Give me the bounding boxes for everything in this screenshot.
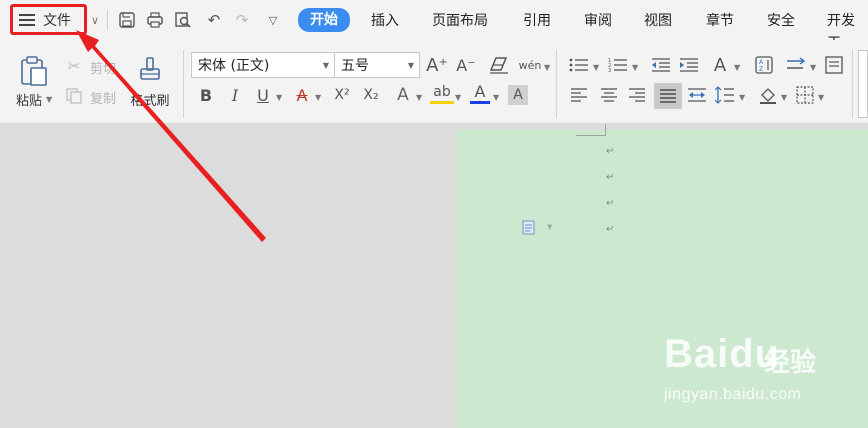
tab-security[interactable]: 安全: [767, 10, 795, 32]
text-effect-dropdown-icon[interactable]: ▼: [416, 93, 422, 102]
italic-button[interactable]: I: [225, 84, 245, 106]
svg-text:A: A: [759, 59, 764, 66]
underline-dropdown-icon[interactable]: ▼: [276, 93, 282, 102]
shading-dropdown-icon[interactable]: ▼: [781, 93, 787, 102]
distributed-align-icon[interactable]: [686, 84, 708, 106]
font-size-select[interactable]: 五号 ▼: [334, 52, 420, 78]
numbered-list-dropdown-icon[interactable]: ▼: [632, 63, 638, 72]
customize-quick-access-icon[interactable]: ▽: [262, 9, 284, 31]
sort-icon[interactable]: AZ: [752, 54, 776, 76]
file-menu-dropdown-icon[interactable]: ∨: [84, 9, 106, 31]
superscript-button[interactable]: X²: [330, 84, 354, 106]
decrease-indent-icon[interactable]: [650, 54, 672, 76]
bullet-list-icon[interactable]: [568, 54, 590, 76]
print-preview-icon[interactable]: [172, 9, 194, 31]
baidu-jingyan-watermark: Baidu 经验 jingyan.baidu.com: [664, 332, 824, 412]
paste-dropdown-icon[interactable]: ▼: [46, 95, 52, 104]
show-hide-marks-icon[interactable]: [784, 54, 808, 76]
tab-page-layout[interactable]: 页面布局: [432, 10, 488, 32]
ribbon-home: 粘贴 ▼ ✂ 剪切 复制 格式刷 宋体 (正文) ▼ 五号 ▼ A⁺ A⁻ wé…: [0, 40, 868, 124]
strikethrough-dropdown-icon[interactable]: ▼: [315, 93, 321, 102]
watermark-url: jingyan.baidu.com: [664, 386, 802, 403]
paste-options-icon[interactable]: [522, 219, 536, 235]
grow-font-icon[interactable]: A⁺: [426, 54, 448, 76]
paragraph-mark: ↵: [606, 198, 615, 209]
font-color-button[interactable]: A: [470, 82, 490, 104]
chevron-down-icon: ▼: [407, 60, 414, 70]
svg-text:3: 3: [608, 68, 611, 73]
print-icon[interactable]: [144, 9, 166, 31]
tab-insert[interactable]: 插入: [371, 10, 399, 32]
highlight-button[interactable]: ab: [430, 82, 454, 104]
show-marks-dropdown-icon[interactable]: ▼: [810, 63, 816, 72]
bold-button[interactable]: B: [196, 84, 216, 106]
numbered-list-icon[interactable]: 123: [607, 54, 629, 76]
underline-button[interactable]: U: [253, 84, 273, 106]
align-center-icon[interactable]: [598, 84, 620, 106]
format-painter-label[interactable]: 格式刷: [124, 90, 176, 109]
text-box-icon[interactable]: [822, 54, 846, 76]
line-spacing-dropdown-icon[interactable]: ▼: [739, 93, 745, 102]
paste-icon[interactable]: [18, 54, 50, 88]
font-name-value: 宋体 (正文): [198, 58, 270, 74]
text-effect-button[interactable]: A: [392, 84, 414, 106]
align-right-icon[interactable]: [626, 84, 648, 106]
tab-sections[interactable]: 章节: [706, 10, 734, 32]
bullet-list-dropdown-icon[interactable]: ▼: [593, 63, 599, 72]
shrink-font-icon[interactable]: A⁻: [455, 54, 477, 76]
save-icon[interactable]: [116, 9, 138, 31]
font-name-select[interactable]: 宋体 (正文) ▼: [191, 52, 335, 78]
copy-button-label[interactable]: 复制: [86, 88, 120, 107]
redo-icon[interactable]: ↷: [231, 9, 253, 31]
file-menu-highlight-box: [10, 4, 87, 35]
clear-formatting-icon[interactable]: [487, 54, 511, 76]
font-size-value: 五号: [341, 58, 369, 74]
menu-bar: 文件 ∨ ↶ ↷ ▽ 开始 插入 页面布局 引用 审阅 视图 章节 安全 开发工: [0, 0, 868, 51]
change-case-icon[interactable]: A: [708, 54, 732, 76]
ribbon-divider: [556, 50, 557, 118]
undo-icon[interactable]: ↶: [203, 9, 225, 31]
tab-developer[interactable]: 开发工: [827, 10, 868, 51]
line-spacing-icon[interactable]: [714, 84, 736, 106]
ribbon-divider: [852, 50, 853, 118]
highlight-dropdown-icon[interactable]: ▼: [455, 93, 461, 102]
tab-home[interactable]: 开始: [298, 8, 350, 32]
tab-references[interactable]: 引用: [523, 10, 551, 32]
paragraph-mark: ↵: [606, 172, 615, 183]
align-left-icon[interactable]: [568, 84, 590, 106]
font-color-dropdown-icon[interactable]: ▼: [493, 93, 499, 102]
strikethrough-button[interactable]: A: [292, 84, 312, 106]
paste-button-label[interactable]: 粘贴: [13, 90, 45, 109]
tab-view[interactable]: 视图: [644, 10, 672, 32]
borders-dropdown-icon[interactable]: ▼: [818, 93, 824, 102]
cut-icon[interactable]: ✂: [64, 56, 84, 76]
justify-icon[interactable]: [654, 83, 682, 109]
svg-text:Z: Z: [759, 66, 763, 73]
phonetic-dropdown-icon[interactable]: ▼: [544, 63, 550, 72]
paragraph-mark: ↵: [606, 146, 615, 157]
character-shading-button[interactable]: A: [508, 85, 528, 105]
paste-options-dropdown-icon[interactable]: ▼: [547, 223, 552, 231]
cut-button-label[interactable]: 剪切: [86, 58, 120, 77]
subscript-button[interactable]: X₂: [359, 84, 383, 106]
shading-icon[interactable]: [757, 84, 779, 106]
watermark-logo: Baidu: [664, 332, 781, 376]
tab-review[interactable]: 审阅: [584, 10, 612, 32]
paragraph-mark: ↵: [606, 224, 615, 235]
increase-indent-icon[interactable]: [678, 54, 700, 76]
chevron-down-icon: ▼: [322, 60, 329, 70]
styles-gallery[interactable]: [858, 50, 868, 118]
ribbon-divider: [183, 50, 184, 118]
format-painter-icon[interactable]: [136, 54, 164, 86]
page-margin-corner-mark: [576, 124, 606, 136]
watermark-brand: 经验: [764, 348, 817, 378]
change-case-dropdown-icon[interactable]: ▼: [734, 63, 740, 72]
borders-icon[interactable]: [794, 84, 816, 106]
phonetic-guide-icon[interactable]: wén: [519, 54, 542, 76]
toolbar-divider: [107, 10, 108, 30]
copy-icon[interactable]: [64, 86, 84, 106]
